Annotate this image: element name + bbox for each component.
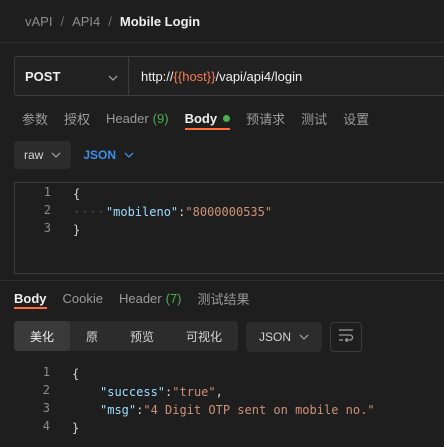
request-bar: POST http://{{host}}/vapi/api4/login (14, 56, 444, 96)
response-language-select[interactable]: JSON (246, 322, 322, 352)
tab-cookies[interactable]: Cookie (63, 288, 103, 308)
method-select[interactable]: POST (15, 57, 129, 95)
response-body-viewer[interactable]: 1 2 3 4 { "success": "true", "msg": "4 D… (14, 363, 444, 447)
tab-headers[interactable]: Header (9) (106, 107, 169, 129)
json-colon: : (178, 205, 186, 219)
open-brace: { (72, 367, 80, 381)
tab-label: Header (106, 110, 149, 126)
page-title[interactable]: Mobile Login (120, 14, 200, 29)
json-value: "4 Digit OTP sent on mobile no." (143, 403, 375, 417)
body-language-label: JSON (83, 148, 117, 162)
response-language-label: JSON (258, 330, 291, 344)
tab-label: Body (184, 110, 218, 126)
divider (0, 42, 444, 43)
tab-label: 测试结果 (197, 291, 250, 307)
close-brace: } (73, 223, 81, 237)
url-variable: {{host}} (173, 68, 216, 84)
tab-body[interactable]: Body (184, 107, 231, 130)
json-value: "true" (172, 385, 216, 399)
tab-params[interactable]: 参数 (22, 107, 48, 129)
line-number: 4 (42, 419, 50, 433)
body-mode-label: raw (24, 148, 44, 162)
header-count: (9) (152, 110, 169, 126)
code-line: } (73, 221, 80, 239)
url-path: /vapi/api4/login (215, 68, 303, 84)
code-line: { (72, 365, 79, 383)
wrap-lines-button[interactable] (330, 322, 362, 352)
tab-label: Cookie (62, 290, 103, 306)
code-line: "success": "true", (100, 383, 223, 401)
breadcrumb: vAPI / API4 / Mobile Login (25, 11, 200, 31)
line-number: 2 (43, 203, 51, 217)
chevron-down-icon (108, 69, 118, 84)
tab-label: 预请求 (246, 111, 286, 127)
body-type-row: raw JSON (14, 141, 134, 169)
tab-label: 测试 (301, 111, 328, 127)
tab-pre-request[interactable]: 预请求 (246, 107, 285, 129)
line-number: 3 (42, 401, 50, 415)
tab-response-headers[interactable]: Header (7) (119, 288, 182, 308)
code-line: } (72, 419, 79, 437)
view-mode-pretty[interactable]: 美化 (14, 321, 70, 351)
breadcrumb-item-folder[interactable]: API4 (72, 14, 100, 29)
line-number: 3 (43, 221, 51, 235)
code-line: "msg": "4 Digit OTP sent on mobile no." (100, 401, 375, 419)
chevron-down-icon (124, 150, 134, 161)
request-tabs: 参数 授权 Header (9) Body 预请求 测试 设置 (22, 107, 385, 130)
tab-label: 授权 (64, 111, 91, 127)
view-mode-segmented: 美化 原 预览 可视化 (14, 321, 238, 351)
view-mode-visualize[interactable]: 可视化 (170, 321, 238, 351)
url-input[interactable]: http://{{host}}/vapi/api4/login (129, 57, 444, 95)
indent-guide: ···· (73, 205, 106, 219)
request-body-editor[interactable]: 1 2 3 { ···· "mobileno": "8000000535" } (14, 182, 444, 274)
tab-response-body[interactable]: Body (14, 288, 47, 309)
chevron-down-icon (299, 332, 309, 343)
tab-tests[interactable]: 测试 (301, 107, 327, 129)
tab-label: Header (118, 290, 162, 306)
json-colon: : (136, 403, 144, 417)
header-count: (7) (165, 290, 182, 306)
line-number: 1 (42, 365, 50, 379)
body-language-select[interactable]: JSON (83, 148, 134, 162)
tab-auth[interactable]: 授权 (64, 107, 90, 129)
close-brace: } (72, 421, 80, 435)
response-tabs: Body Cookie Header (7) 测试结果 (14, 288, 266, 309)
breadcrumb-separator: / (60, 13, 65, 29)
json-key: "mobileno" (105, 205, 179, 219)
wrap-lines-icon (338, 328, 354, 347)
breadcrumb-separator: / (108, 13, 112, 29)
open-brace: { (73, 187, 81, 201)
tab-label: 参数 (22, 111, 49, 127)
method-label: POST (25, 68, 61, 84)
json-comma: , (215, 385, 223, 399)
json-key: "success" (100, 385, 166, 399)
json-colon: : (165, 385, 173, 399)
tab-test-results[interactable]: 测试结果 (198, 288, 250, 308)
code-line: ···· "mobileno": "8000000535" (73, 203, 272, 221)
chevron-down-icon (51, 150, 61, 161)
status-dot-icon (223, 114, 231, 122)
view-mode-preview[interactable]: 预览 (114, 321, 170, 351)
tab-label: 设置 (343, 111, 370, 127)
line-number: 2 (42, 383, 50, 397)
breadcrumb-item-collection[interactable]: vAPI (25, 14, 52, 29)
tab-settings[interactable]: 设置 (343, 107, 369, 129)
line-number: 1 (43, 185, 51, 199)
json-value: "8000000535" (185, 205, 273, 219)
url-prefix: http:// (141, 68, 174, 84)
json-key: "msg" (100, 403, 137, 417)
divider (0, 280, 444, 281)
code-line: { (73, 185, 80, 203)
view-mode-raw[interactable]: 原 (70, 321, 114, 351)
body-mode-select[interactable]: raw (14, 141, 72, 169)
tab-label: Body (14, 290, 47, 306)
